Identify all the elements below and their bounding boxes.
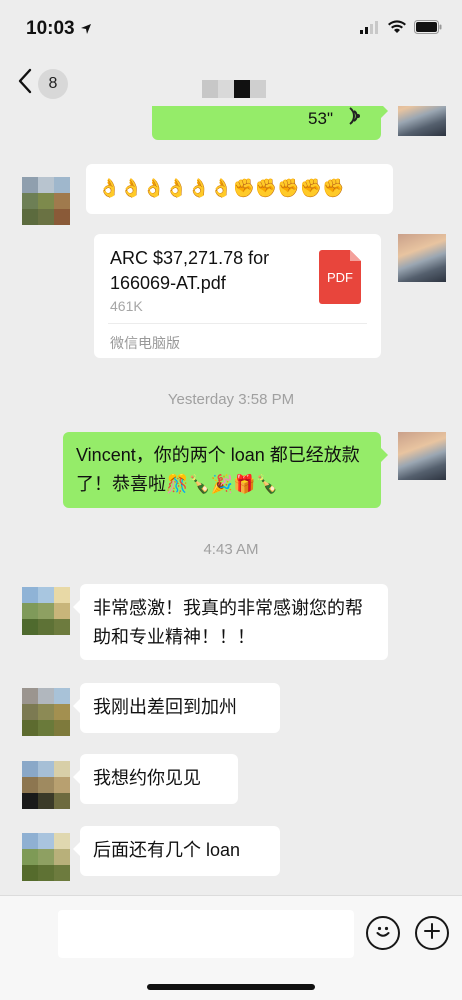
file-divider xyxy=(108,323,367,324)
back-button[interactable]: 8 xyxy=(18,68,68,99)
status-time: 10:03 xyxy=(26,18,75,39)
message-list: 53" 👌👌👌👌👌👌✊✊✊✊✊ ARC $37,271.78 for 16606… xyxy=(0,106,462,896)
my-avatar[interactable] xyxy=(398,432,446,480)
emoji-button[interactable] xyxy=(366,916,400,950)
timestamp: 4:43 AM xyxy=(203,541,259,558)
contact-avatar[interactable] xyxy=(22,833,70,881)
pdf-badge-label: PDF xyxy=(327,269,353,285)
input-bar xyxy=(0,895,462,1000)
received-message-text: 我想约你见见 xyxy=(93,768,201,788)
battery-icon xyxy=(414,20,442,39)
contact-avatar[interactable] xyxy=(22,587,70,635)
file-source: 微信电脑版 xyxy=(110,335,180,351)
timestamp: Yesterday 3:58 PM xyxy=(167,391,295,408)
received-message-bubble[interactable]: 我刚出差回到加州 xyxy=(73,683,280,733)
wifi-icon xyxy=(388,20,406,39)
file-size: 461K xyxy=(110,298,143,314)
chat-header: 8 xyxy=(0,58,462,106)
voice-message-bubble[interactable]: 53" xyxy=(152,106,388,140)
location-arrow-icon xyxy=(80,22,92,40)
received-message-bubble[interactable]: 非常感激！我真的非常感谢您的帮助和专业精神！！！ xyxy=(73,584,388,660)
pdf-file-icon: PDF xyxy=(319,250,361,304)
received-message-bubble[interactable]: 后面还有几个 loan xyxy=(73,826,280,876)
home-indicator xyxy=(147,984,315,990)
more-button[interactable] xyxy=(415,916,449,950)
file-message-card[interactable]: ARC $37,271.78 for 166069-AT.pdf 461K PD… xyxy=(94,234,381,358)
sent-message-bubble[interactable]: Vincent，你的两个 loan 都已经放款了！恭喜啦🎊🍾🎉🎁🍾 xyxy=(63,432,388,508)
contact-avatar[interactable] xyxy=(22,177,70,225)
file-name: ARC $37,271.78 for 166069-AT.pdf xyxy=(110,248,270,293)
my-avatar[interactable] xyxy=(398,234,446,282)
voice-wave-icon xyxy=(345,106,361,134)
chevron-left-icon xyxy=(18,68,32,99)
received-message-text: 我刚出差回到加州 xyxy=(93,697,237,717)
contact-name-redacted xyxy=(202,80,266,98)
smiley-face-icon xyxy=(372,920,394,947)
received-message-text: 后面还有几个 loan xyxy=(93,840,241,860)
cellular-signal-icon xyxy=(360,20,380,39)
received-message-bubble[interactable]: 我想约你见见 xyxy=(73,754,238,804)
message-input[interactable] xyxy=(58,910,354,958)
emoji-row-text: 👌👌👌👌👌👌✊✊✊✊✊ xyxy=(98,178,345,198)
contact-avatar[interactable] xyxy=(22,688,70,736)
unread-count-badge: 8 xyxy=(38,68,68,99)
received-message-text: 非常感激！我真的非常感谢您的帮助和专业精神！！！ xyxy=(93,598,363,647)
voice-duration: 53" xyxy=(308,109,333,128)
contact-avatar[interactable] xyxy=(22,761,70,809)
sent-message-text: Vincent，你的两个 loan 都已经放款了！恭喜啦🎊🍾🎉🎁🍾 xyxy=(76,445,360,494)
status-bar: 10:03 xyxy=(0,0,462,58)
emoji-message-bubble[interactable]: 👌👌👌👌👌👌✊✊✊✊✊ xyxy=(86,164,393,214)
my-avatar[interactable] xyxy=(398,106,446,136)
plus-icon xyxy=(422,921,442,946)
